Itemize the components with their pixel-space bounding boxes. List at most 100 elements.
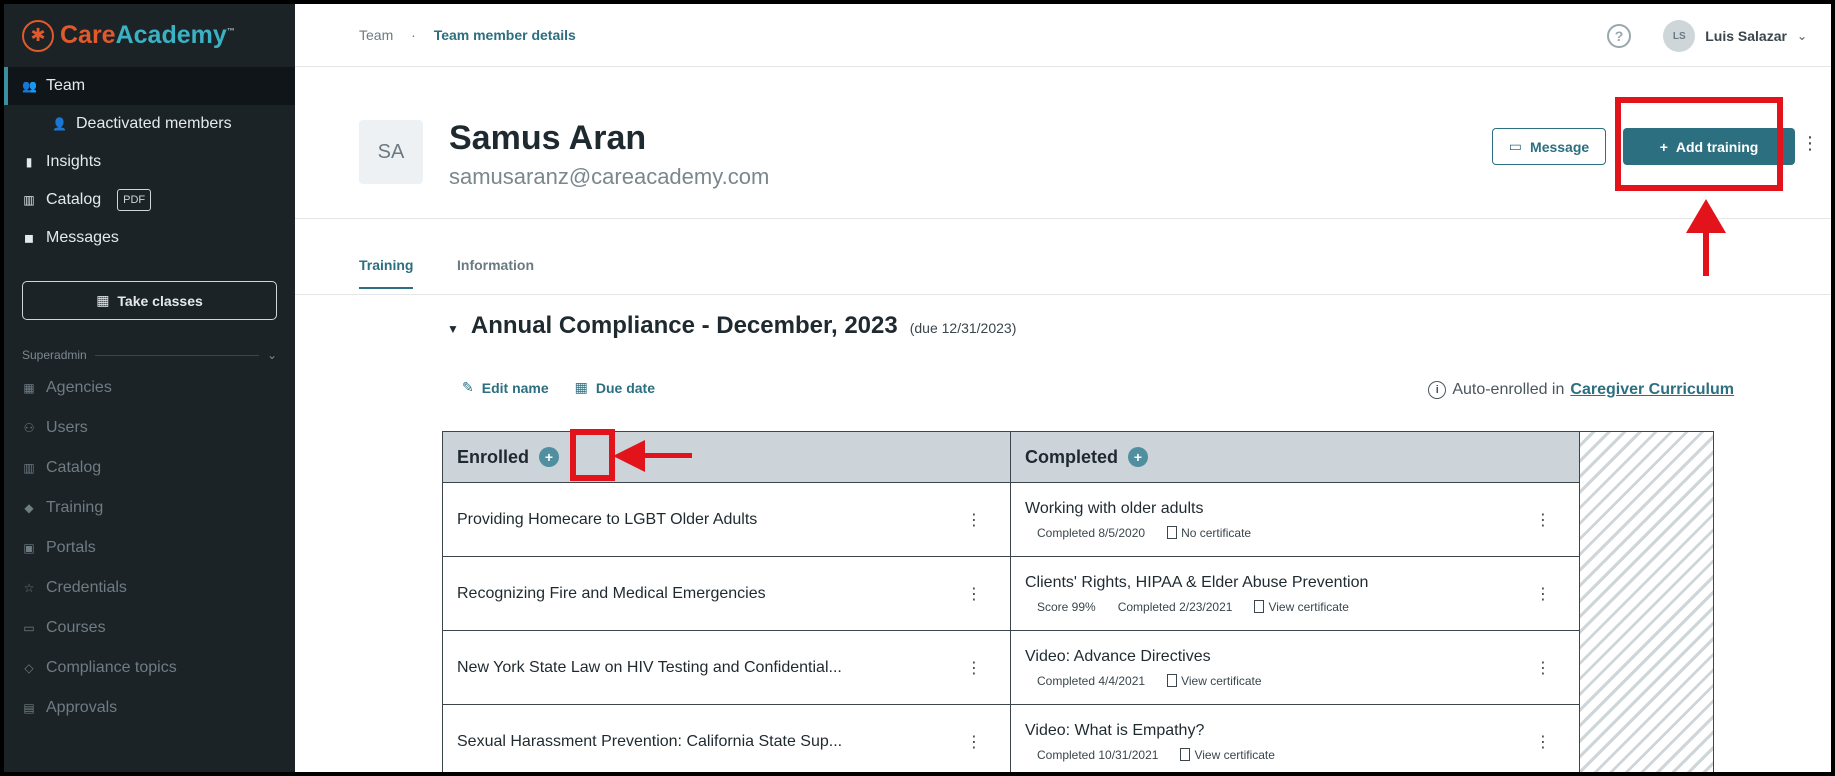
star-icon: ☆ [23,581,35,595]
tabs: Training Information [295,219,1831,295]
sidebar-item-courses[interactable]: ▭ Courses [4,608,295,648]
chat-icon: ◼ [24,231,34,245]
list-item[interactable]: Working with older adults Completed 8/5/… [1011,483,1579,557]
course-title: Working with older adults [1025,499,1204,517]
add-completed-icon[interactable]: + [1128,447,1149,467]
building-icon: ▦ [23,381,35,395]
more-options-icon[interactable]: ⋮ [966,584,982,604]
sidebar-item-insights[interactable]: ▮ Insights [4,143,295,181]
sidebar-item-label: Catalog [46,191,102,208]
list-item[interactable]: Video: What is Empathy? Completed 10/31/… [1011,705,1579,772]
certificate-label: No certificate [1181,525,1252,540]
sidebar-item-portals[interactable]: ▣ Portals [4,528,295,568]
breadcrumb-team-link[interactable]: Team [359,27,393,43]
sidebar-item-compliance-topics[interactable]: ◇ Compliance topics [4,648,295,688]
more-options-icon[interactable]: ⋮ [1535,584,1551,604]
add-enrolled-icon[interactable]: + [539,447,560,467]
sidebar-item-deactivated-members[interactable]: 👤 Deactivated members [4,105,295,143]
list-item[interactable]: Sexual Harassment Prevention: California… [443,705,1010,772]
tag-icon: ◇ [24,661,34,675]
sidebar-item-agencies[interactable]: ▦ Agencies [4,368,295,408]
more-options-icon[interactable]: ⋮ [966,510,982,530]
enrolled-header-label: Enrolled [457,446,530,467]
document-icon [1254,600,1265,613]
take-classes-button[interactable]: ▦ Take classes [22,281,277,320]
logo[interactable]: ✱ CareAcademy™ [4,4,295,67]
course-title: Providing Homecare to LGBT Older Adults [457,510,758,528]
more-options-icon[interactable]: ⋮ [966,658,982,678]
completed-date: Completed 4/4/2021 [1037,673,1146,688]
curriculum-link[interactable]: Caregiver Curriculum [1570,381,1734,399]
superadmin-section-header[interactable]: Superadmin ⌄ [4,348,295,362]
more-options-icon[interactable]: ⋮ [1535,510,1551,530]
training-group-title: Annual Compliance - December, 2023 [470,312,898,339]
course-title: Clients' Rights, HIPAA & Elder Abuse Pre… [1025,573,1369,591]
app-frame: ✱ CareAcademy™ 👥 Team 👤 Deactivated memb… [0,0,1835,776]
view-certificate-link[interactable]: View certificate [1254,599,1349,614]
due-date-button[interactable]: ▦ Due date [575,379,655,396]
sidebar-item-users[interactable]: ⚇ Users [4,408,295,448]
score: Score 99% [1037,599,1096,614]
list-item[interactable]: Video: Advance Directives Completed 4/4/… [1011,631,1579,705]
sidebar-item-credentials[interactable]: ☆ Credentials [4,568,295,608]
tab-training[interactable]: Training [359,257,414,289]
team-icon: 👥 [22,79,37,93]
more-options-icon[interactable]: ⋮ [1801,133,1819,154]
more-options-icon[interactable]: ⋮ [966,732,982,752]
document-icon [1167,674,1178,687]
pdf-catalog-button[interactable]: PDF [117,189,152,211]
sidebar-item-training[interactable]: ◆ Training [4,488,295,528]
completed-header: Completed + [1011,432,1579,483]
help-icon[interactable]: ? [1607,24,1631,48]
more-options-icon[interactable]: ⋮ [1535,658,1551,678]
sidebar: ✱ CareAcademy™ 👥 Team 👤 Deactivated memb… [4,4,295,772]
training-group-header[interactable]: ▼ Annual Compliance - December, 2023 (du… [447,312,1016,340]
graduation-cap-icon: ◆ [24,501,34,515]
document-icon [1167,526,1178,539]
annotation-arrow-left [640,453,692,458]
due-date-label: Due date [595,379,655,396]
user-menu[interactable]: LS Luis Salazar ⌄ [1663,20,1807,52]
profile-header: SA Samus Aran samusaranz@careacademy.com… [295,67,1831,219]
chevron-down-icon: ⌄ [266,348,277,362]
tab-information[interactable]: Information [457,257,534,287]
more-options-icon[interactable]: ⋮ [1535,732,1551,752]
annotation-box-enrolled-add [570,429,615,481]
list-item[interactable]: Recognizing Fire and Medical Emergencies… [443,557,1010,631]
document-icon [1180,748,1191,761]
edit-name-button[interactable]: ✎ Edit name [462,379,549,396]
take-classes-label: Take classes [117,292,203,309]
avatar: LS [1663,20,1696,52]
completed-header-label: Completed [1025,446,1119,467]
view-certificate-link[interactable]: View certificate [1180,748,1275,762]
course-title: New York State Law on HIV Testing and Co… [457,658,842,676]
chevron-down-icon: ⌄ [1796,29,1807,43]
breadcrumb-current: Team member details [433,27,576,43]
book-icon: ▥ [23,193,35,207]
logo-tm: ™ [226,26,235,36]
logo-icon: ✱ [22,19,54,52]
enrolled-header: Enrolled + [443,432,1010,483]
caret-down-icon[interactable]: ▼ [447,322,459,336]
view-certificate-link[interactable]: View certificate [1167,674,1262,688]
chat-icon: ▭ [1508,138,1523,154]
sidebar-item-approvals[interactable]: ▤ Approvals [4,688,295,728]
edit-icon: ✎ [462,379,474,395]
sidebar-item-team[interactable]: 👥 Team [4,67,295,105]
course-meta: Completed 8/5/2020 No certificate [1025,526,1251,540]
completed-column: Completed + Working with older adults Co… [1011,432,1580,772]
list-item[interactable]: New York State Law on HIV Testing and Co… [443,631,1010,705]
message-button[interactable]: ▭ Message [1492,128,1606,165]
annotation-arrow-up-head [1686,199,1726,233]
sidebar-item-catalog[interactable]: ▥ Catalog PDF [4,181,295,219]
top-bar: Team · Team member details ? LS Luis Sal… [295,4,1831,67]
building-icon: ▦ [96,292,110,308]
clipboard-icon: ▤ [23,701,35,715]
sidebar-item-catalog-admin[interactable]: ▥ Catalog [4,448,295,488]
calendar-icon: ▦ [574,379,588,395]
bar-chart-icon: ▮ [25,155,33,169]
certificate-label: View certificate [1268,599,1349,614]
list-item[interactable]: Providing Homecare to LGBT Older Adults … [443,483,1010,557]
list-item[interactable]: Clients' Rights, HIPAA & Elder Abuse Pre… [1011,557,1579,631]
sidebar-item-messages[interactable]: ◼ Messages [4,219,295,257]
